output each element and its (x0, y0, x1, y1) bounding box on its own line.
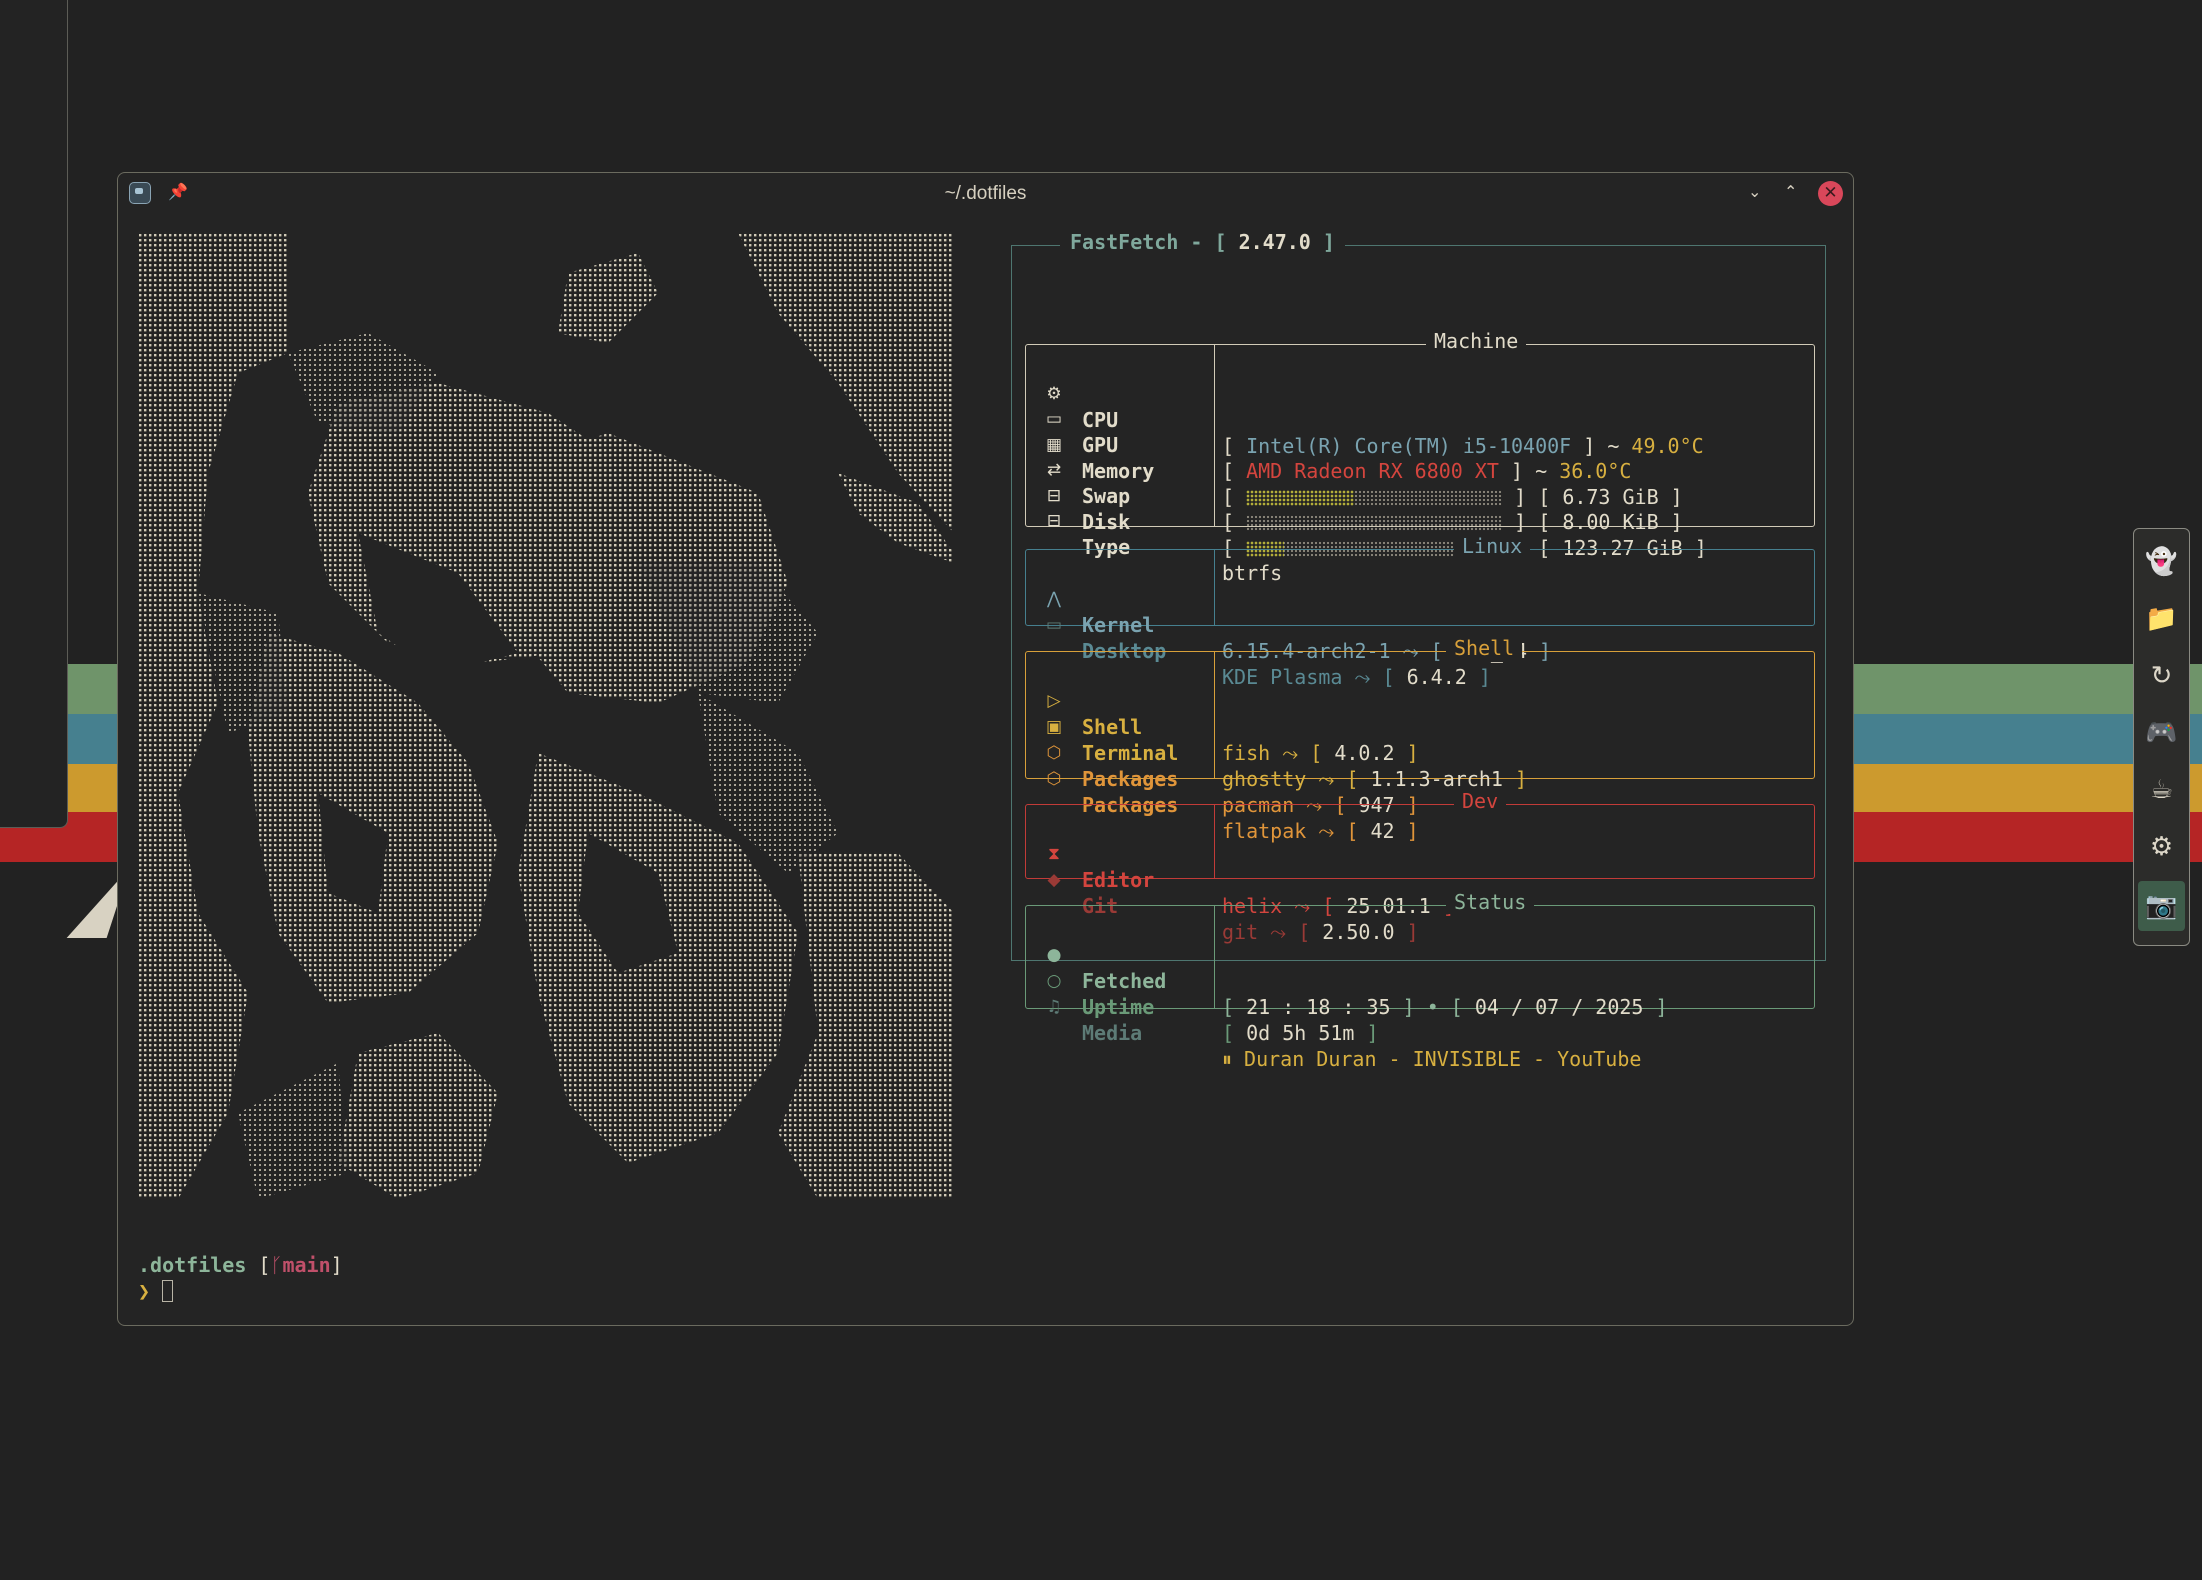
gpu-temp: 36.0°C (1559, 459, 1632, 483)
swap-row: ⇄ Swap [ ] [ 8.00 KiB ] (1026, 431, 1683, 534)
prompt-directory: .dotfiles (138, 1253, 247, 1277)
media-key: Media (1082, 1021, 1143, 1045)
terminal-window[interactable]: 📌 ~/.dotfiles ⌄ ⌃ ✕ .dotfiles [ᚴmain] ❯ … (117, 172, 1854, 1326)
prompt-context: .dotfiles [ᚴmain] (138, 1253, 343, 1277)
dev-title: Dev (1454, 789, 1507, 813)
cpu-name: Intel(R) Core(TM) i5-10400F (1246, 434, 1572, 458)
maximize-button[interactable]: ⌃ (1784, 182, 1797, 201)
background-window[interactable] (0, 0, 68, 828)
linux-section: Linux ⋀ Kernel 6.15.4-arch2-1 ⤳ [ x86_64… (1025, 534, 1815, 689)
dev-section: Dev ⧗ Editor helix ⤳ [ 25.01.1 ] ◆ Git g… (1025, 789, 1815, 944)
git-icon: ◆ (1047, 870, 1061, 890)
terminal-version: 1.1.3-arch1 (1370, 767, 1503, 791)
refresh-app-icon[interactable]: ↻ (2138, 651, 2185, 701)
machine-title: Machine (1426, 329, 1527, 353)
fetched-date: 04 / 07 / 2025 (1474, 995, 1644, 1019)
swap-value: 8.00 KiB (1562, 510, 1659, 534)
uptime-value: 0d 5h 51m (1246, 1021, 1355, 1045)
packages-row-flatpak: ⬡ Packages flatpak ⤳ [ 42 ] (1026, 740, 1419, 843)
screenshot-icon[interactable]: 📷 (2138, 881, 2185, 931)
ghost-icon[interactable]: 👻 (2138, 537, 2185, 587)
uptime-row: ○ Uptime [ 0d 5h 51m ] (1026, 942, 1379, 1045)
editor-row: ⧗ Editor helix ⤳ [ 25.01.1 ] (1026, 815, 1455, 918)
cpu-temp: 49.0°C (1631, 434, 1704, 458)
git-row: ◆ Git git ⤳ [ 2.50.0 ] (1026, 841, 1418, 944)
swap-bar (1246, 515, 1503, 531)
fetched-time: 21 : 18 : 35 (1246, 995, 1391, 1019)
settings-icon[interactable]: ⚙ (2138, 822, 2185, 872)
minimize-button[interactable]: ⌄ (1748, 182, 1761, 201)
gpu-row: ▭ GPU [ AMD Radeon RX 6800 XT ] ~ 36.0°C (1026, 380, 1631, 483)
type-row: ⊟ Type btrfs (1026, 482, 1282, 585)
ascii-art-image (138, 233, 954, 1199)
shell-section: Shell ▷ Shell fish ⤳ [ 4.0.2 ] ▣ Termina… (1025, 636, 1815, 843)
packages-row-pacman: ⬡ Packages pacman ⤳ [ 947 ] (1026, 714, 1419, 817)
side-dock: 👻 📁 ↻ 🎮 ☕ ⚙ 📷 (2133, 528, 2190, 946)
memory-value: 6.73 GiB (1562, 485, 1659, 509)
cpu-row: ⚙ CPU [ Intel(R) Core(TM) i5-10400F ] ~ … (1026, 355, 1703, 458)
prompt-input-line[interactable]: ❯ (138, 1279, 174, 1303)
close-button[interactable]: ✕ (1818, 181, 1843, 206)
shell-version: 4.0.2 (1334, 741, 1395, 765)
terminal-value: ghostty (1222, 767, 1307, 791)
media-row: ♫ Media ⏸ Duran Duran - INVISIBLE - YouT… (1026, 968, 1641, 1071)
discord-icon[interactable]: 🎮 (2138, 708, 2185, 758)
disk-row: ⊟ Disk [ ] [ 123.27 GiB ] (1026, 457, 1707, 560)
text-cursor (162, 1280, 174, 1302)
git-branch-icon: ᚴ (270, 1253, 283, 1277)
fastfetch-version: 2.47.0 (1238, 230, 1311, 254)
fastfetch-header: FastFetch - [ 2.47.0 ] (1060, 230, 1345, 254)
prompt-branch: main (282, 1253, 331, 1277)
desktop-icon: ▭ (1045, 615, 1063, 635)
package-icon: ⬡ (1046, 769, 1062, 789)
window-title: ~/.dotfiles (944, 183, 1027, 204)
music-icon: ♫ (1046, 997, 1062, 1017)
machine-section: Machine ⚙ CPU [ Intel(R) Core(TM) i5-104… (1025, 329, 1815, 585)
title-bar[interactable]: 📌 ~/.dotfiles ⌄ ⌃ ✕ (118, 173, 1853, 215)
folder-icon[interactable]: 📁 (2138, 594, 2185, 644)
gpu-name: AMD Radeon RX 6800 XT (1246, 459, 1499, 483)
pause-icon: ⏸ (1222, 1047, 1232, 1071)
shell-title: Shell (1446, 636, 1523, 660)
cup-icon[interactable]: ☕ (2138, 765, 2185, 815)
linux-title: Linux (1454, 534, 1531, 558)
memory-bar (1246, 490, 1503, 506)
shell-value: fish (1222, 741, 1271, 765)
kernel-row: ⋀ Kernel 6.15.4-arch2-1 ⤳ [ x86_64 ] (1026, 560, 1551, 663)
terminal-row: ▣ Terminal ghostty ⤳ [ 1.1.3-arch1 ] (1026, 688, 1527, 791)
fastfetch-name: FastFetch (1070, 230, 1179, 254)
shell-row: ▷ Shell fish ⤳ [ 4.0.2 ] (1026, 662, 1418, 765)
media-value: Duran Duran - INVISIBLE - YouTube (1244, 1047, 1642, 1071)
desktop-row: ▭ Desktop KDE Plasma ⤳ [ 6.4.2 ] (1026, 586, 1491, 689)
fastfetch-panel: FastFetch - [ 2.47.0 ] Machine ⚙ CPU [ I… (1011, 230, 1826, 1071)
prompt-symbol: ❯ (138, 1279, 151, 1303)
fetched-row: ● Fetched [ 21 : 18 : 35 ] • [ 04 / 07 /… (1026, 916, 1668, 1019)
memory-row: ▦ Memory [ ] [ 6.73 GiB ] (1026, 406, 1683, 509)
status-section: Status ● Fetched [ 21 : 18 : 35 ] • [ 04… (1025, 890, 1815, 1071)
disk-type-icon: ⊟ (1046, 511, 1062, 531)
status-title: Status (1446, 890, 1535, 914)
